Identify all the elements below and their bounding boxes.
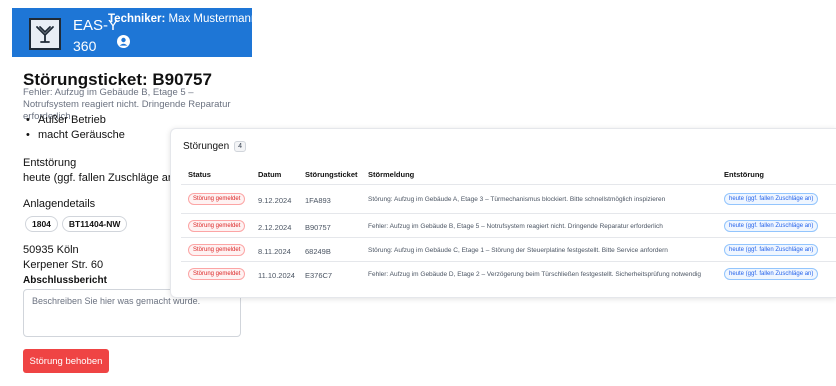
cell-datum: 2.12.2024 [258,223,292,232]
cell-ticket: E376C7 [305,271,333,280]
cell-meldung: Störung: Aufzug im Gebäude C, Etage 1 – … [368,247,668,254]
anlage-chip: BT11404-NW [61,216,128,232]
entstoerung-badge: heute (ggf. fallen Zuschläge an) [724,268,819,280]
anlagendetails-label: Anlagendetails [23,198,96,210]
cell-meldung: Fehler: Aufzug im Gebäude D, Etage 2 – V… [368,271,702,278]
column-header-datum[interactable]: Datum [258,170,281,179]
anlagen-chips: 1804 BT11404-NW [25,216,128,232]
address-city: 50935 Köln [23,244,79,256]
cell-ticket: 1FA893 [305,196,331,205]
address-street: Kerpener Str. 60 [23,259,104,271]
cell-datum: 11.10.2024 [258,271,295,280]
status-badge: Störung gemeldet [188,244,246,256]
user-circle-icon[interactable] [117,35,130,53]
stoerung-behoben-button[interactable]: Störung behoben [23,349,109,373]
technician-label: Techniker: [108,13,166,25]
column-header-ticket[interactable]: Störungsticket [305,170,358,179]
stoerungen-card: Störungen 4 Status Datum Störungsticket … [170,128,836,298]
column-header-status[interactable]: Status [188,170,211,179]
antenna-logo-icon [29,18,61,50]
status-badge: Störung gemeldet [188,268,246,280]
column-header-entstoerung[interactable]: Entstörung [724,170,764,179]
stoerungen-title: Störungen [183,141,230,152]
abschlussbericht-label: Abschlussbericht [23,275,107,286]
app-header: EAS-Y 360 Techniker: Max Mustermann [12,8,257,57]
status-badge: Störung gemeldet [188,220,246,232]
stoerungen-header: Störungen 4 [183,141,247,152]
table-divider [181,184,836,185]
cell-ticket: B90757 [305,223,331,232]
entstoerung-badge: heute (ggf. fallen Zuschläge an) [724,193,819,205]
cell-meldung: Fehler: Aufzug im Gebäude B, Etage 5 – N… [368,223,663,230]
cell-meldung: Störung: Aufzug im Gebäude A, Etage 3 – … [368,196,666,203]
list-item: Außer Betrieb [26,113,125,128]
entstoerung-badge: heute (ggf. fallen Zuschläge an) [724,244,819,256]
cell-ticket: 68249B [305,247,331,256]
column-header-meldung[interactable]: Störmeldung [368,170,414,179]
brand-version: 360 [73,38,97,54]
table-divider [181,237,836,238]
entstoerung-label: Entstörung [23,157,77,169]
entstoerung-badge: heute (ggf. fallen Zuschläge an) [724,220,819,232]
symptom-list: Außer Betrieb macht Geräusche [26,113,125,143]
entstoerung-value: heute (ggf. fallen Zuschläge an) [23,172,178,184]
cell-datum: 8.11.2024 [258,247,291,256]
status-badge: Störung gemeldet [188,193,246,205]
table-divider [181,261,836,262]
stoerungen-count-badge: 4 [234,141,247,152]
list-item: macht Geräusche [26,128,125,143]
table-divider [181,213,836,214]
technician-info: Techniker: Max Mustermann [108,13,257,25]
technician-name: Max Mustermann [168,13,258,25]
anlage-chip: 1804 [25,216,58,232]
cell-datum: 9.12.2024 [258,196,292,205]
